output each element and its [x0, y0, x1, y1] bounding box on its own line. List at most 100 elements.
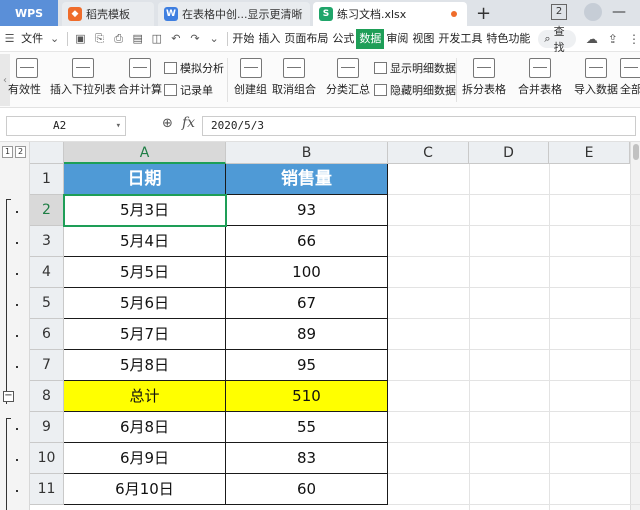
merge-table-button[interactable]: 合并表格	[518, 58, 562, 97]
record-button[interactable]: 记录单	[164, 82, 213, 98]
tab-docer[interactable]: ◆ 稻壳模板	[62, 2, 154, 26]
sales-cell[interactable]: 55	[226, 412, 388, 443]
header-cell-date[interactable]: 日期	[64, 164, 226, 195]
sales-cell[interactable]: 67	[226, 288, 388, 319]
format-painter-icon[interactable]: ◫	[150, 32, 163, 46]
new-tab-button[interactable]: +	[476, 3, 491, 24]
tab-writer-doc[interactable]: W 在表格中创...显示更清晰	[158, 2, 310, 26]
sales-cell[interactable]: 60	[226, 474, 388, 505]
row-header-1[interactable]: 1	[30, 164, 64, 195]
outline-level-2-button[interactable]: 2	[15, 146, 26, 158]
row-header-4[interactable]: 4	[30, 257, 64, 288]
wps-home-tab[interactable]: WPS	[0, 0, 58, 26]
divider	[227, 58, 228, 102]
chevron-down-icon[interactable]: ⌄	[208, 32, 221, 46]
gridline	[388, 256, 640, 257]
insert-dropdown-button[interactable]: 插入下拉列表	[50, 58, 116, 97]
create-group-button[interactable]: 创建组	[234, 58, 267, 97]
search-button[interactable]: ⌕ 查找	[538, 25, 576, 54]
date-cell[interactable]: 5月5日	[64, 257, 226, 288]
zoom-icon[interactable]: ⊕	[162, 116, 173, 131]
menu-home[interactable]: 开始	[230, 29, 256, 49]
avatar[interactable]	[584, 3, 602, 21]
date-cell[interactable]: 6月9日	[64, 443, 226, 474]
row-header-11[interactable]: 11	[30, 474, 64, 505]
date-cell[interactable]: 5月8日	[64, 350, 226, 381]
vertical-scrollbar[interactable]	[630, 142, 640, 510]
cloud-icon[interactable]: ☁	[586, 32, 598, 46]
row-header-8[interactable]: 8	[30, 381, 64, 412]
fx-icon[interactable]: fx	[182, 115, 195, 131]
date-cell[interactable]: 6月10日	[64, 474, 226, 505]
minimize-icon[interactable]: —	[612, 4, 626, 20]
scrollbar-thumb[interactable]	[633, 144, 639, 160]
collapse-group-button[interactable]: −	[3, 390, 14, 402]
column-header-e[interactable]: E	[549, 142, 630, 164]
share-icon[interactable]: ⇪	[608, 32, 618, 46]
menu-review[interactable]: 审阅	[384, 29, 410, 49]
date-cell[interactable]: 5月4日	[64, 226, 226, 257]
formula-input[interactable]: 2020/5/3	[202, 116, 636, 136]
sales-cell[interactable]: 89	[226, 319, 388, 350]
date-cell[interactable]: 6月8日	[64, 412, 226, 443]
print-icon[interactable]: ⎙	[112, 32, 125, 46]
sales-cell[interactable]: 66	[226, 226, 388, 257]
tab-spreadsheet[interactable]: S 练习文档.xlsx	[313, 2, 467, 26]
ribbon-scroll-left-icon[interactable]: ‹	[0, 54, 10, 106]
import-data-button[interactable]: 导入数据	[574, 58, 618, 97]
preview-icon[interactable]: ▤	[131, 32, 144, 46]
select-all-corner[interactable]	[30, 142, 64, 164]
sales-cell[interactable]: 95	[226, 350, 388, 381]
menu-view[interactable]: 视图	[410, 29, 436, 49]
row-header-7[interactable]: 7	[30, 350, 64, 381]
menu-formula[interactable]: 公式	[330, 29, 356, 49]
subtotal-button[interactable]: 分类汇总	[326, 58, 370, 97]
gridline	[388, 349, 640, 350]
row-header-5[interactable]: 5	[30, 288, 64, 319]
outline-level-1-button[interactable]: 1	[2, 146, 13, 158]
merge-calc-button[interactable]: 合并计算	[118, 58, 162, 97]
sales-cell[interactable]: 83	[226, 443, 388, 474]
simulate-button[interactable]: 模拟分析	[164, 60, 224, 76]
validity-button[interactable]: 有效性	[8, 58, 41, 97]
total-value-cell[interactable]: 510	[226, 381, 388, 412]
menu-developer[interactable]: 开发工具	[436, 29, 484, 49]
column-header-b[interactable]: B	[226, 142, 388, 164]
row-header-2[interactable]: 2	[30, 195, 64, 226]
sales-cell[interactable]: 93	[226, 195, 388, 226]
all-button[interactable]: 全部	[620, 58, 640, 97]
chevron-down-icon[interactable]: ▾	[116, 117, 121, 135]
window-count-badge[interactable]: 2	[551, 4, 567, 20]
export-icon[interactable]: ⎘	[93, 32, 106, 46]
save-icon[interactable]: ▣	[74, 32, 87, 46]
total-label-cell[interactable]: 总计	[64, 381, 226, 412]
column-header-a[interactable]: A	[64, 142, 226, 164]
menu-page-layout[interactable]: 页面布局	[282, 29, 330, 49]
unsaved-dot-icon	[451, 11, 457, 17]
undo-icon[interactable]: ↶	[169, 32, 182, 46]
hamburger-icon[interactable]: ☰	[3, 32, 16, 46]
hide-detail-button[interactable]: 隐藏明细数据	[374, 82, 456, 98]
menu-data[interactable]: 数据	[356, 28, 385, 49]
date-cell[interactable]: 5月6日	[64, 288, 226, 319]
menu-special[interactable]: 特色功能	[484, 29, 532, 49]
redo-icon[interactable]: ↷	[188, 32, 201, 46]
chevron-down-icon[interactable]: ⌄	[48, 32, 61, 46]
header-cell-sales[interactable]: 销售量	[226, 164, 388, 195]
ungroup-button[interactable]: 取消组合	[272, 58, 316, 97]
name-box[interactable]: A2 ▾	[6, 116, 126, 136]
merge-table-icon	[529, 58, 551, 78]
split-table-button[interactable]: 拆分表格	[462, 58, 506, 97]
menu-file[interactable]: 文件	[19, 29, 45, 49]
row-header-3[interactable]: 3	[30, 226, 64, 257]
date-cell[interactable]: 5月7日	[64, 319, 226, 350]
show-detail-button[interactable]: 显示明细数据	[374, 60, 456, 76]
row-header-6[interactable]: 6	[30, 319, 64, 350]
row-header-9[interactable]: 9	[30, 412, 64, 443]
column-header-c[interactable]: C	[388, 142, 469, 164]
more-icon[interactable]: ⋮	[628, 32, 640, 46]
menu-insert[interactable]: 插入	[256, 29, 282, 49]
sales-cell[interactable]: 100	[226, 257, 388, 288]
row-header-10[interactable]: 10	[30, 443, 64, 474]
column-header-d[interactable]: D	[469, 142, 549, 164]
